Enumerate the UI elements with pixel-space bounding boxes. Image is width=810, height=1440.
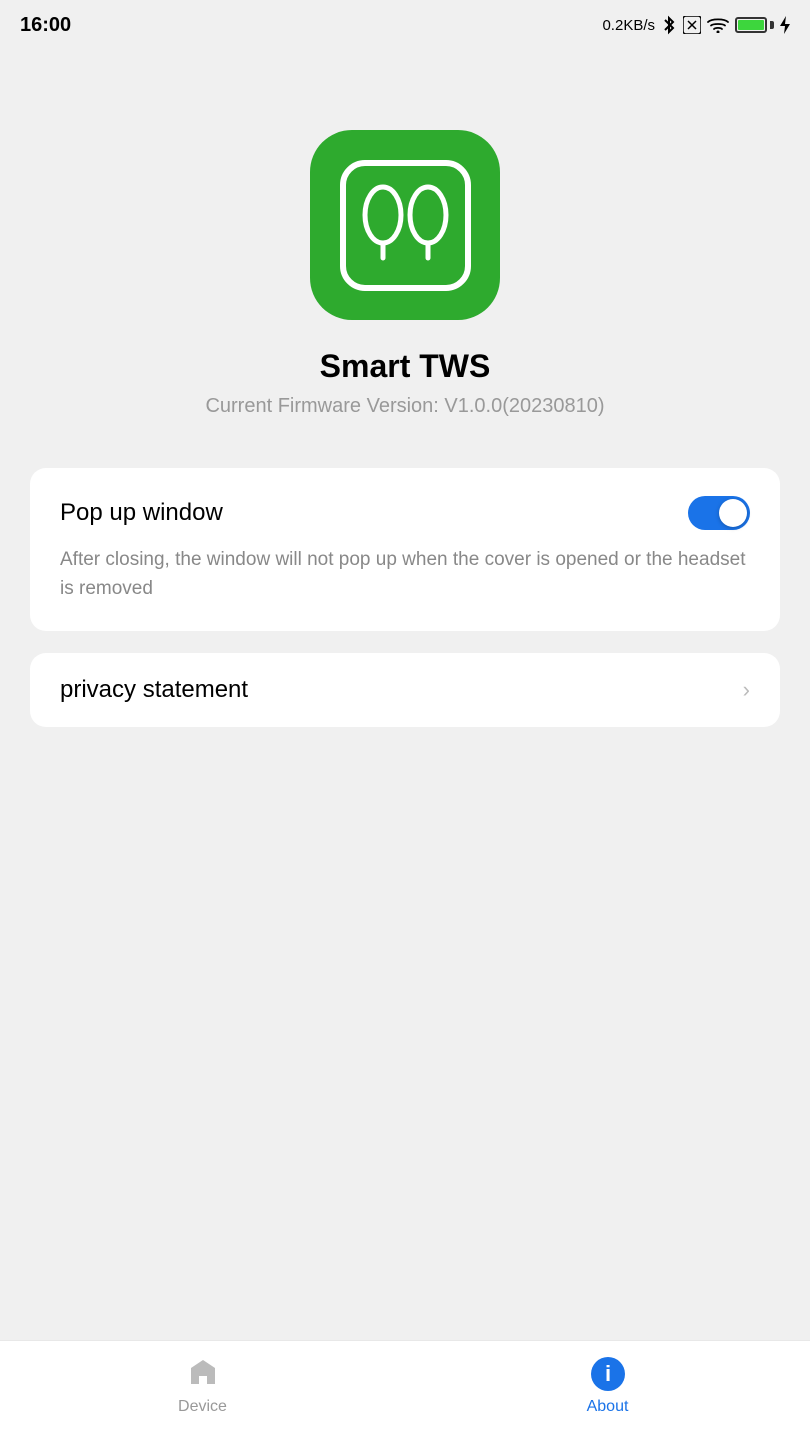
privacy-card: privacy statement › xyxy=(30,653,780,727)
bluetooth-icon xyxy=(661,15,677,35)
main-content: Smart TWS Current Firmware Version: V1.0… xyxy=(0,50,810,1340)
privacy-label: privacy statement xyxy=(60,676,248,704)
popup-toggle[interactable] xyxy=(688,496,750,530)
app-name: Smart TWS xyxy=(320,348,491,385)
popup-label: Pop up window xyxy=(60,499,223,527)
device-label: Device xyxy=(178,1398,227,1416)
about-label: About xyxy=(587,1398,629,1416)
app-icon-svg xyxy=(333,153,478,298)
app-icon xyxy=(310,130,500,320)
charging-icon xyxy=(780,16,790,34)
bottom-nav: Device i About xyxy=(0,1340,810,1440)
chevron-right-icon: › xyxy=(743,677,750,703)
firmware-version: Current Firmware Version: V1.0.0(2023081… xyxy=(205,395,604,418)
toggle-knob xyxy=(719,499,747,527)
wifi-icon xyxy=(707,17,729,33)
status-icons: 0.2KB/s xyxy=(602,15,790,35)
battery-indicator xyxy=(735,17,774,33)
popup-row: Pop up window xyxy=(60,496,750,530)
svg-text:i: i xyxy=(604,1361,610,1386)
about-icon: i xyxy=(590,1356,626,1392)
close-icon xyxy=(683,16,701,34)
nav-about[interactable]: i About xyxy=(548,1356,668,1416)
nav-device[interactable]: Device xyxy=(143,1356,263,1416)
popup-description: After closing, the window will not pop u… xyxy=(60,546,750,603)
popup-window-card: Pop up window After closing, the window … xyxy=(30,468,780,631)
device-icon xyxy=(185,1356,221,1392)
privacy-row[interactable]: privacy statement › xyxy=(60,653,750,727)
network-speed: 0.2KB/s xyxy=(602,17,655,34)
status-time: 16:00 xyxy=(20,14,71,37)
status-bar: 16:00 0.2KB/s xyxy=(0,0,810,50)
